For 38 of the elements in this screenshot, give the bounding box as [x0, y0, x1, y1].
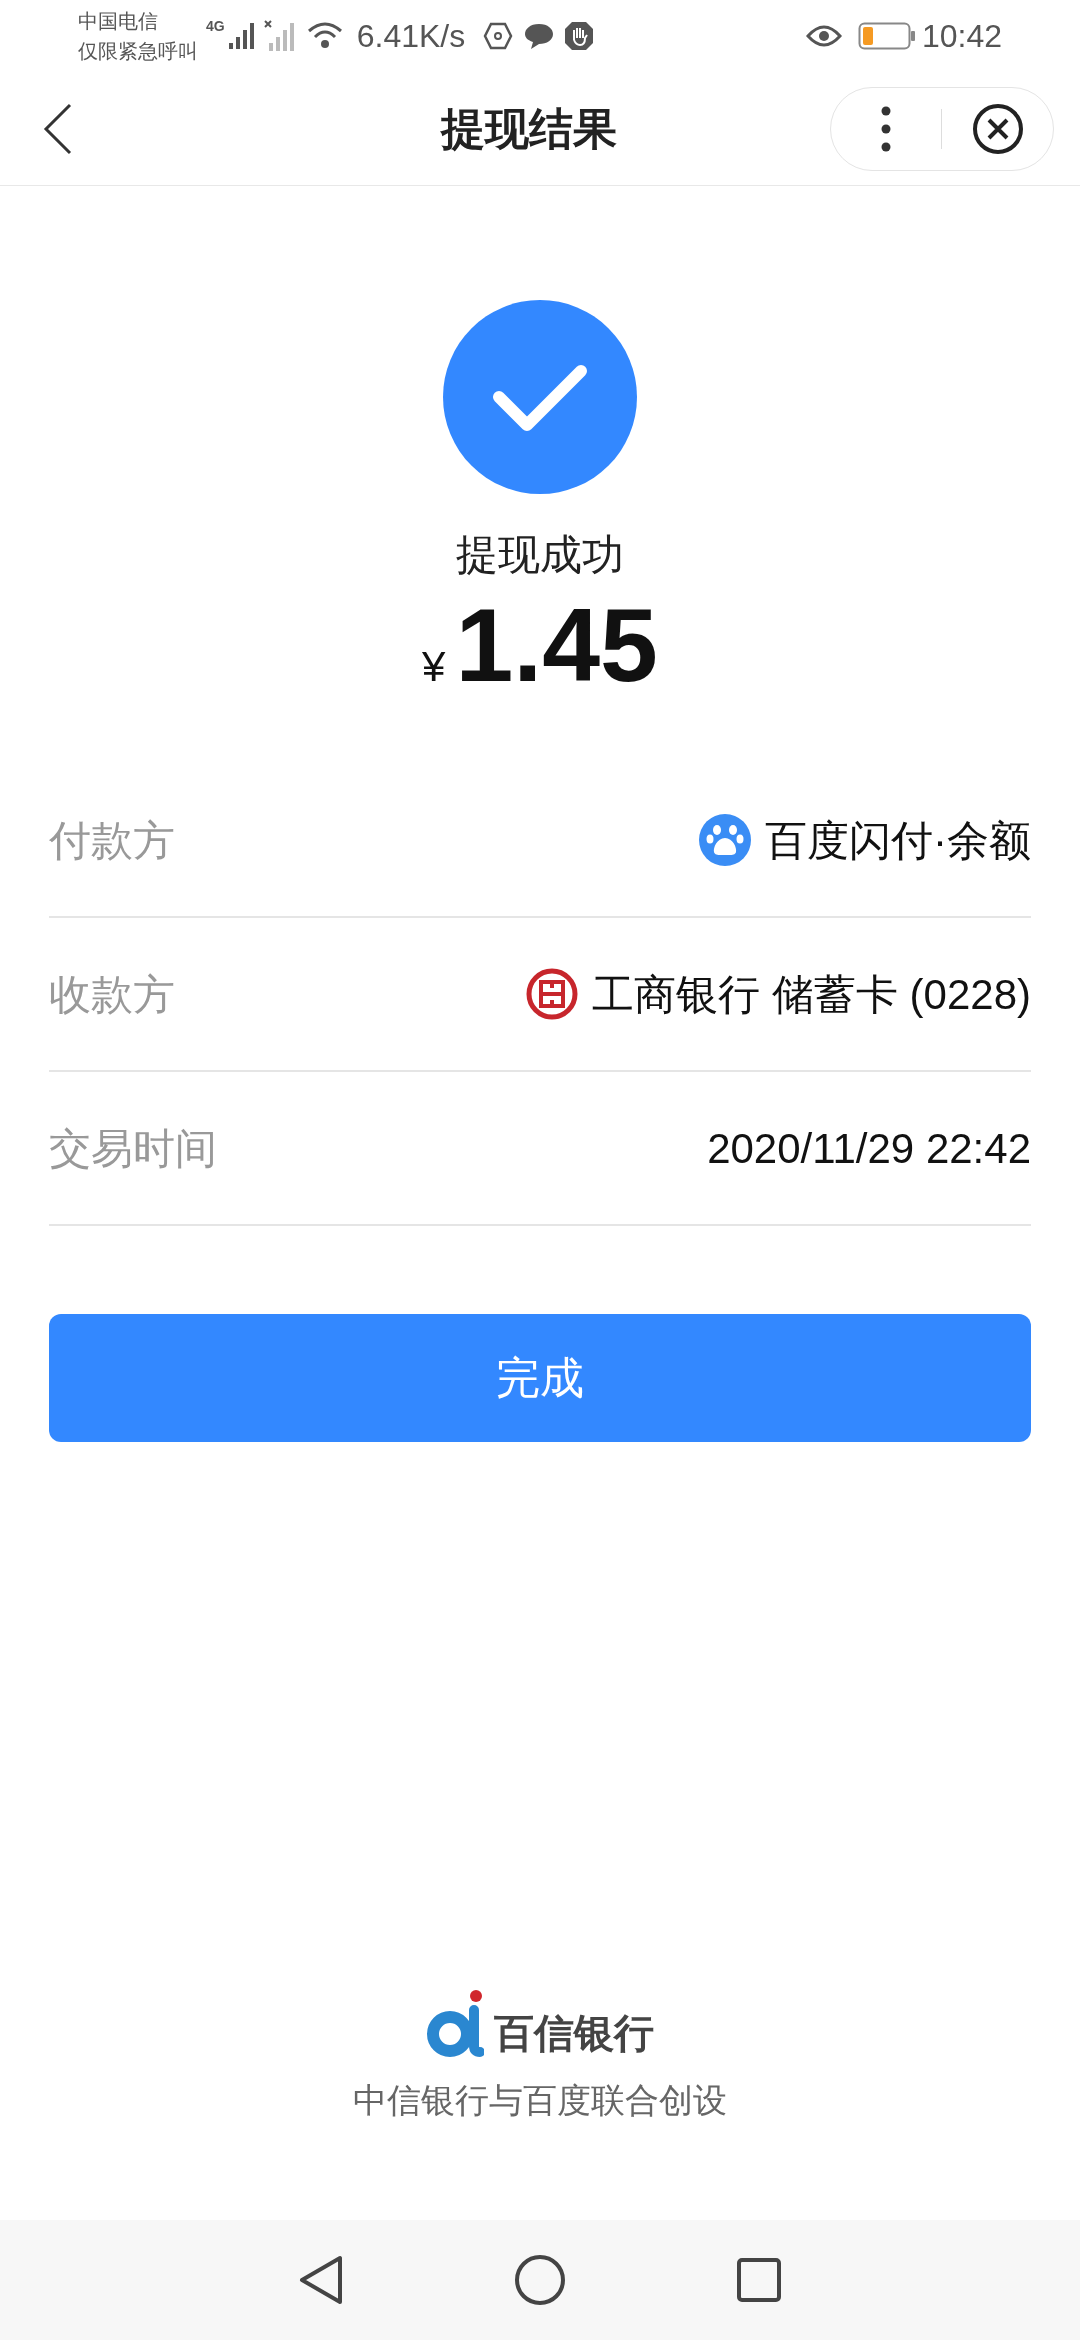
carrier-text: 仅限紧急呼叫 — [78, 39, 198, 64]
eye-icon — [805, 24, 842, 48]
nav-recents-button[interactable] — [736, 2257, 782, 2303]
circle-home-icon — [514, 2254, 566, 2306]
alpha-logo-icon — [426, 1990, 484, 2058]
more-icon — [881, 105, 891, 152]
success-check-icon — [443, 300, 637, 494]
signal-icon — [262, 19, 297, 53]
chat-bubble-icon — [523, 22, 556, 50]
clock-text: 10:42 — [921, 17, 1002, 56]
hand-icon — [563, 20, 596, 52]
paw-icon — [699, 814, 751, 866]
page-title: 提现结果 — [441, 102, 617, 155]
detail-label: 交易时间 — [49, 1123, 217, 1174]
brand-name: 百信银行 — [494, 2010, 654, 2057]
status-text: 提现成功 — [456, 530, 624, 580]
close-icon — [971, 102, 1024, 155]
bank-logo-icon — [526, 968, 579, 1020]
tagline-text: 中信银行与百度联合创设 — [353, 2080, 727, 2121]
square-recents-icon — [736, 2257, 782, 2303]
detail-value: 2020/11/29 22:42 — [707, 1123, 1031, 1174]
detail-label: 付款方 — [49, 815, 175, 866]
carrier-text: 中国电信 — [78, 9, 159, 34]
nav-home-button[interactable] — [514, 2254, 566, 2306]
detail-label: 收款方 — [49, 969, 175, 1020]
network-type-text: 4G — [206, 17, 225, 36]
battery-icon — [857, 22, 916, 50]
network-speed-text: 6.41K/s — [356, 17, 466, 56]
detail-value: 工商银行 储蓄卡 (0228) — [592, 969, 1031, 1020]
wifi-icon — [306, 21, 343, 51]
triangle-back-icon — [298, 2255, 344, 2305]
done-button[interactable]: 完成 — [49, 1314, 1031, 1442]
signal-icon — [226, 21, 257, 51]
detail-value: 百度闪付·余额 — [765, 815, 1031, 866]
currency-symbol: ¥ — [422, 642, 446, 692]
nav-back-button[interactable] — [298, 2255, 344, 2305]
hexagon-icon — [483, 22, 514, 50]
amount-text: 1.45 — [455, 590, 658, 700]
